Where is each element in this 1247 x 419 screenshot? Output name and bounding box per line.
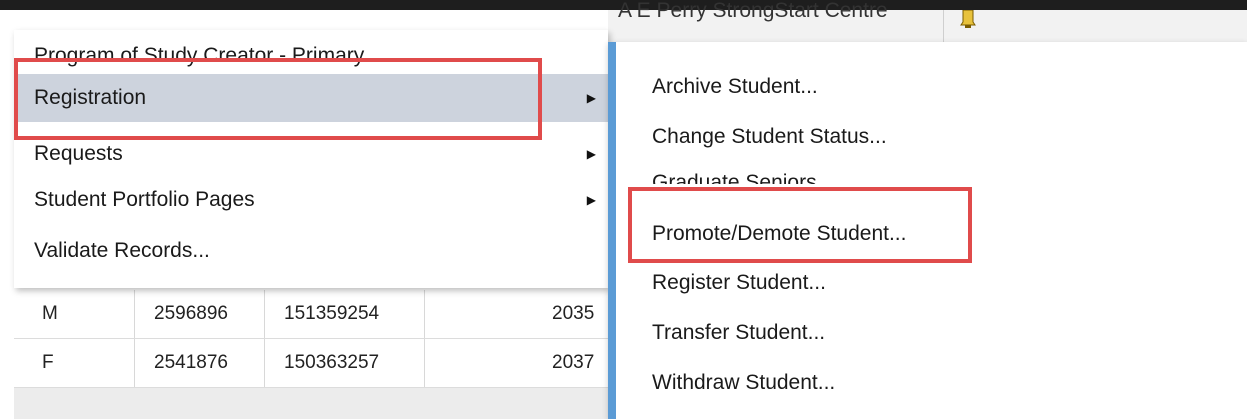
table-divider <box>134 290 135 338</box>
table-cell-gender: M <box>42 303 58 324</box>
menu-item-requests[interactable]: Requests ▶ <box>14 130 608 178</box>
submenu-item-promote-demote-student[interactable]: Promote/Demote Student... <box>616 211 1247 257</box>
table-cell-year: 2037 <box>552 352 595 373</box>
table-divider <box>264 290 265 338</box>
submenu-item-label: Withdraw Student... <box>652 371 836 394</box>
menu-item-label: Requests <box>34 142 123 165</box>
menu-item-label: Student Portfolio Pages <box>34 188 255 211</box>
table-divider <box>134 339 135 387</box>
screen: A E Perry StrongStart Centre M 2596896 1… <box>0 0 1247 419</box>
menu-item-label: Validate Records... <box>34 239 210 262</box>
table-cell-gender: F <box>42 352 54 373</box>
submenu-item-label: Transfer Student... <box>652 321 826 344</box>
table-divider <box>424 290 425 338</box>
table-cell-number: 151359254 <box>284 303 380 324</box>
submenu-item-transfer-student[interactable]: Transfer Student... <box>616 310 1247 356</box>
table-cell-id: 2596896 <box>154 303 228 324</box>
submenu-item-register-student[interactable]: Register Student... <box>616 260 1247 306</box>
submenu-item-withdraw-student[interactable]: Withdraw Student... <box>616 360 1247 406</box>
menu-item-validate-records[interactable]: Validate Records... <box>14 227 608 275</box>
menu-item-program-of-study-creator[interactable]: Program of Study Creator - Primary <box>14 30 608 70</box>
table-divider <box>264 339 265 387</box>
table-cell-id: 2541876 <box>154 352 228 373</box>
options-menu: Program of Study Creator - Primary Regis… <box>14 30 608 288</box>
submenu-item-label: Change Student Status... <box>652 125 887 148</box>
submenu-item-change-student-status[interactable]: Change Student Status... <box>616 114 1247 160</box>
background-table: M 2596896 151359254 2035 F 2541876 15036… <box>14 290 608 419</box>
menu-item-label: Registration <box>34 86 147 109</box>
bell-icon <box>960 9 976 32</box>
table-row[interactable]: M 2596896 151359254 2035 <box>14 290 608 339</box>
menu-item-student-portfolio-pages[interactable]: Student Portfolio Pages ▶ <box>14 176 608 224</box>
background-school-name: A E Perry StrongStart Centre <box>618 0 888 22</box>
submenu-item-label: Register Student... <box>652 271 826 294</box>
submenu-item-label: Archive Student... <box>652 75 818 98</box>
table-row[interactable]: F 2541876 150363257 2037 <box>14 339 608 388</box>
submenu-item-archive-student[interactable]: Archive Student... <box>616 64 1247 110</box>
submenu-arrow-icon: ▶ <box>586 147 596 161</box>
menu-item-registration[interactable]: Registration ▶ <box>14 74 608 122</box>
table-cell-number: 150363257 <box>284 352 380 373</box>
menu-item-label: Program of Study Creator - Primary <box>34 44 365 67</box>
submenu-arrow-icon: ▶ <box>586 193 596 207</box>
registration-submenu: Archive Student... Change Student Status… <box>608 42 1247 419</box>
submenu-item-label: Graduate Seniors... <box>652 171 835 184</box>
background-column-divider <box>943 10 944 42</box>
submenu-arrow-icon: ▶ <box>586 91 596 105</box>
table-cell-year: 2035 <box>552 303 595 324</box>
submenu-item-label: Promote/Demote Student... <box>652 222 907 245</box>
submenu-item-graduate-seniors[interactable]: Graduate Seniors... <box>616 160 1247 184</box>
table-divider <box>424 339 425 387</box>
